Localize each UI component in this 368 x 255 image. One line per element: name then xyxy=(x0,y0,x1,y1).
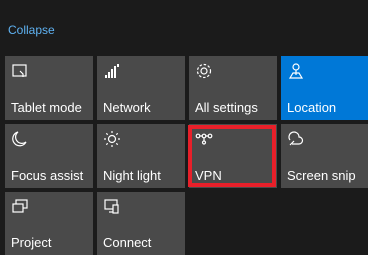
collapse-link[interactable]: Collapse xyxy=(8,23,55,37)
tablet-mode-icon xyxy=(11,62,29,80)
tablet-mode-tile[interactable]: Tablet mode xyxy=(5,56,93,120)
settings-gear-icon xyxy=(195,62,213,80)
all-settings-tile[interactable]: All settings xyxy=(189,56,277,120)
tile-label: Network xyxy=(103,100,151,115)
moon-icon xyxy=(11,130,29,148)
tile-label: All settings xyxy=(195,100,258,115)
tile-label: Night light xyxy=(103,168,161,183)
project-tile[interactable]: Project xyxy=(5,192,93,255)
location-icon xyxy=(287,62,305,80)
vpn-tile[interactable]: VPN xyxy=(189,124,277,188)
location-tile[interactable]: Location xyxy=(281,56,368,120)
connect-tile[interactable]: Connect xyxy=(97,192,185,255)
screen-snip-icon xyxy=(287,130,305,148)
tile-label: Screen snip xyxy=(287,168,356,183)
tile-label: Connect xyxy=(103,235,152,250)
tile-label: Location xyxy=(287,100,337,115)
quick-actions-grid: Tablet mode Network All settings Locatio… xyxy=(0,56,368,255)
connect-icon xyxy=(103,198,121,216)
night-light-tile[interactable]: Night light xyxy=(97,124,185,188)
project-icon xyxy=(11,198,29,216)
network-tile[interactable]: Network xyxy=(97,56,185,120)
tile-label: Tablet mode xyxy=(11,100,82,115)
tile-label: VPN xyxy=(195,168,222,183)
focus-assist-tile[interactable]: Focus assist xyxy=(5,124,93,188)
sun-icon xyxy=(103,130,121,148)
tile-label: Focus assist xyxy=(11,168,84,183)
tile-label: Project xyxy=(11,235,52,250)
network-icon xyxy=(103,62,121,80)
vpn-icon xyxy=(195,130,213,148)
screen-snip-tile[interactable]: Screen snip xyxy=(281,124,368,188)
